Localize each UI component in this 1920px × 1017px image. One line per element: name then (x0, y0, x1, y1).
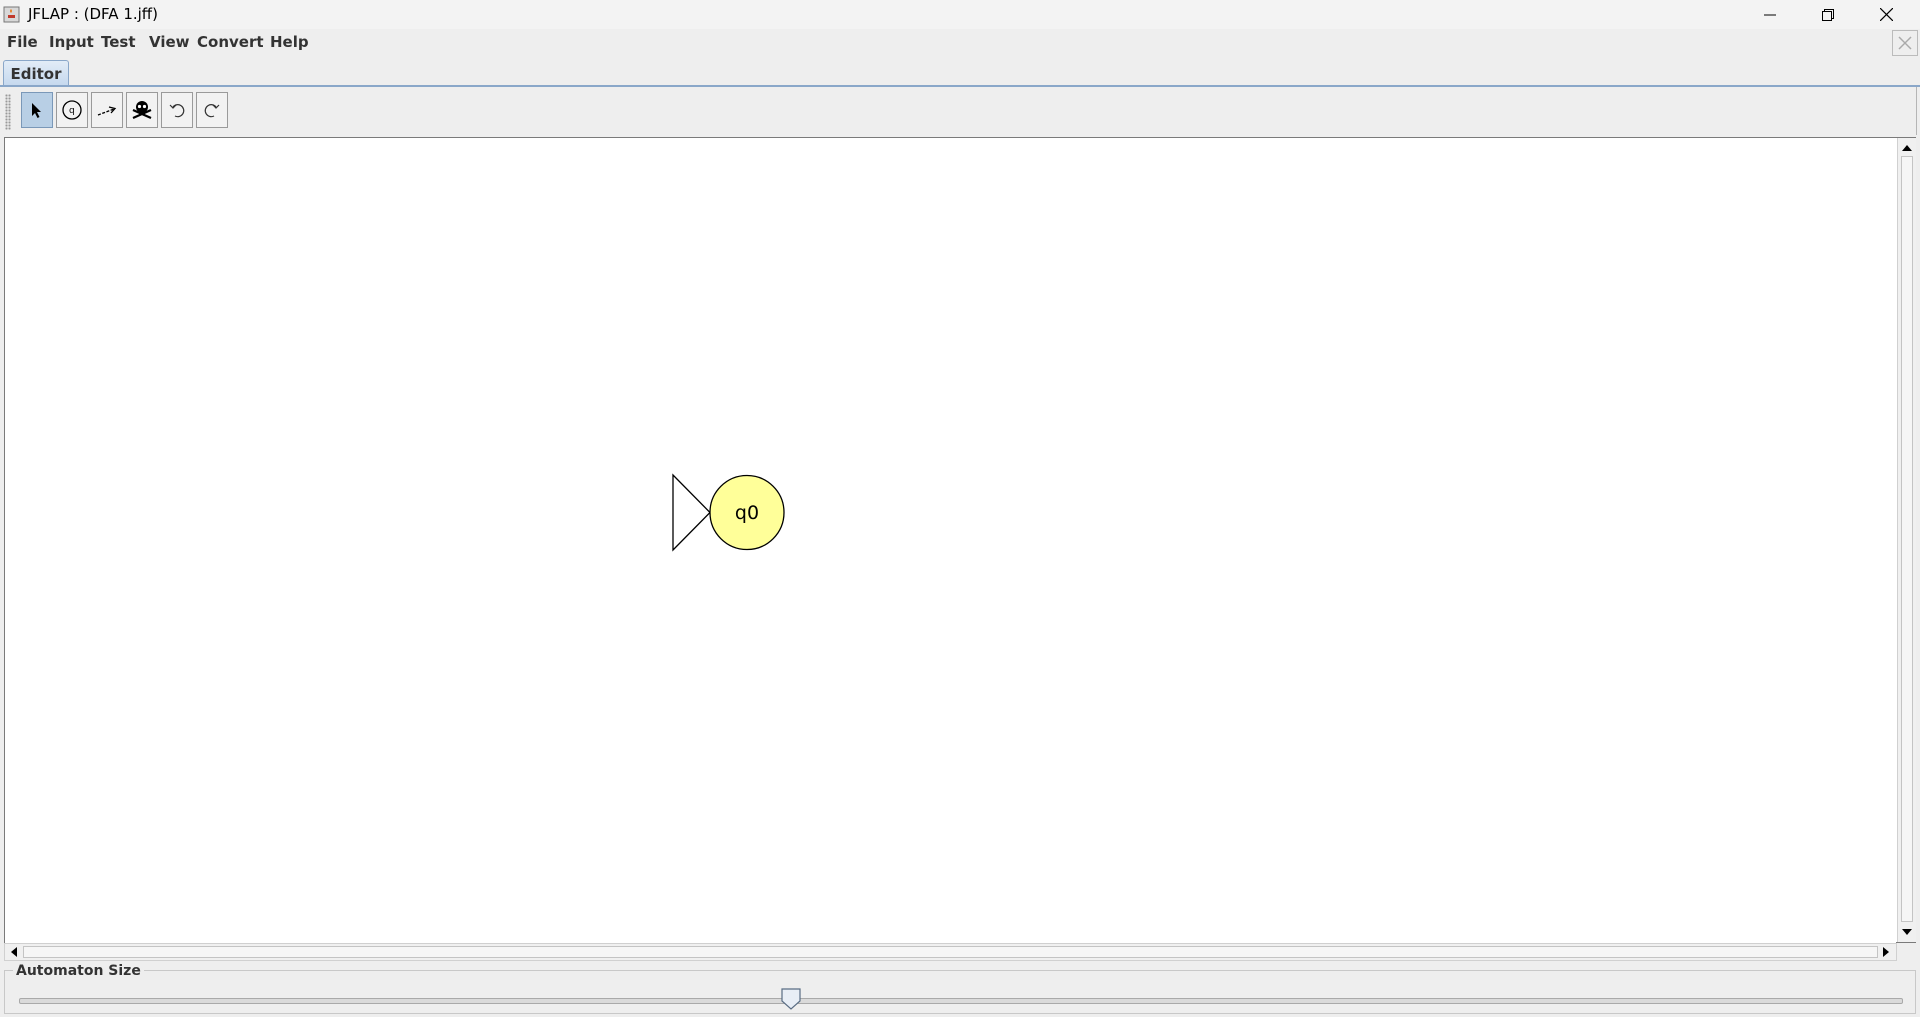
svg-text:q: q (69, 106, 75, 116)
redo-button[interactable] (196, 92, 228, 128)
menu-bar: File Input Test View Convert Help (0, 29, 1920, 57)
scroll-right-icon[interactable] (1878, 944, 1894, 960)
state-creator-tool[interactable]: q (56, 92, 88, 128)
editor-canvas-frame: q0 (4, 137, 1916, 944)
transition-arrow-icon (97, 106, 117, 116)
tab-strip: Editor (0, 57, 1920, 87)
menu-test[interactable]: Test (101, 33, 136, 51)
undo-button[interactable] (161, 92, 193, 128)
redo-icon (204, 104, 220, 118)
vertical-scrollbar[interactable] (1897, 138, 1916, 942)
close-tab-button[interactable] (1892, 30, 1918, 56)
initial-state-arrow (672, 473, 711, 552)
deleter-tool[interactable] (126, 92, 158, 128)
window-title: JFLAP : (DFA 1.jff) (28, 5, 158, 23)
toolbar: q (0, 87, 1917, 135)
restore-icon (1822, 8, 1834, 21)
attribute-editor-tool[interactable] (21, 92, 53, 128)
menu-input[interactable]: Input (49, 33, 94, 51)
state-q0[interactable]: q0 (672, 473, 785, 552)
title-bar: JFLAP : (DFA 1.jff) (0, 0, 1920, 29)
undo-icon (169, 104, 185, 118)
close-button[interactable] (1857, 0, 1915, 29)
automaton-size-label: Automaton Size (13, 963, 144, 979)
skull-crossbones-icon (132, 101, 152, 120)
horizontal-scrollbar[interactable] (4, 943, 1897, 961)
menu-view[interactable]: View (149, 33, 190, 51)
arrow-pointer-icon (32, 103, 41, 118)
restore-button[interactable] (1799, 0, 1857, 29)
minimize-button[interactable] (1741, 0, 1799, 29)
automaton-size-panel: Automaton Size (4, 963, 1916, 1014)
minimize-icon (1764, 14, 1776, 15)
close-icon (1898, 36, 1912, 50)
state-create-icon: q (62, 100, 82, 120)
scroll-up-icon[interactable] (1898, 140, 1916, 156)
automaton-size-slider-thumb[interactable] (781, 988, 801, 1010)
menu-help[interactable]: Help (270, 33, 309, 51)
java-app-icon (3, 6, 20, 23)
menu-convert[interactable]: Convert (197, 33, 264, 51)
automaton-size-slider-track[interactable] (19, 998, 1903, 1004)
automaton-canvas[interactable]: q0 (5, 138, 1896, 944)
tab-editor[interactable]: Editor (3, 60, 69, 86)
scroll-left-icon[interactable] (6, 944, 22, 960)
horizontal-scroll-thumb[interactable] (23, 946, 1878, 958)
scroll-down-icon[interactable] (1898, 924, 1916, 940)
vertical-scroll-thumb[interactable] (1901, 156, 1913, 922)
menu-file[interactable]: File (7, 33, 38, 51)
state-label: q0 (735, 502, 759, 524)
toolbar-grip[interactable] (5, 94, 11, 130)
close-icon (1879, 8, 1893, 21)
transition-creator-tool[interactable] (91, 92, 123, 128)
